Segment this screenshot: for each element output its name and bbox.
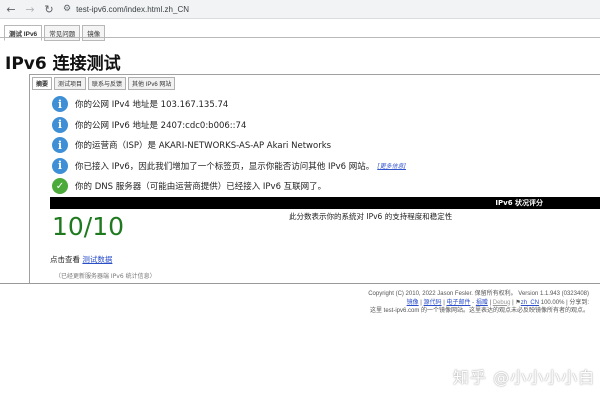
test-data-link[interactable]: 测试数据 — [82, 255, 112, 264]
info-icon: i — [52, 157, 68, 174]
check-icon: ✓ — [52, 178, 68, 195]
footer-trail: 100.00% | 分享到: — [540, 299, 589, 306]
results-panel: 摘要 测试项目 联系与反馈 其他 IPv6 网站 i 你的公网 IPv4 地址是… — [29, 74, 600, 284]
tab-other-sites[interactable]: 其他 IPv6 网站 — [128, 77, 176, 90]
list-item: ✓ 你的 DNS 服务器（可能由运营商提供）已经接入 IPv6 互联网了。 — [52, 176, 592, 197]
dns-text: 你的 DNS 服务器（可能由运营商提供）已经接入 IPv6 互联网了。 — [75, 182, 327, 193]
mirror-note: 这里 test-ipv6.com 的一个镜像网站。这里表达的观点未必反映镜像所有… — [369, 308, 589, 314]
list-item: i 你已接入 IPv6，因此我们增加了一个标签页，显示你能否访问其他 IPv6 … — [52, 156, 592, 177]
score-header: IPv6 状况评分 — [50, 197, 600, 209]
mirrors-link[interactable]: 镜像 — [407, 300, 419, 306]
list-item: i 你的公网 IPv4 地址是 103.167.135.74 — [52, 94, 592, 115]
top-tabs: 测试 IPv6 常见问题 镜像 — [4, 25, 106, 41]
tab-contact[interactable]: 联系与反馈 — [88, 77, 127, 90]
list-item: i 你的运营商（ISP）是 AKARI-NETWORKS-AS-AP Akari… — [52, 135, 592, 156]
info-icon: i — [52, 116, 68, 133]
isp-text: 你的运营商（ISP）是 AKARI-NETWORKS-AS-AP Akari N… — [75, 141, 332, 152]
page-title: IPv6 连接测试 — [5, 54, 121, 74]
browser-toolbar: ← → ↻ ⚙ test-ipv6.com/index.html.zh_CN — [0, 0, 600, 19]
forward-icon[interactable]: → — [22, 1, 38, 17]
ipv6-address-text: 你的公网 IPv6 地址是 2407:cdc0:b006::74 — [75, 120, 247, 131]
url-text[interactable]: test-ipv6.com/index.html.zh_CN — [76, 5, 189, 14]
debug-link[interactable]: Debug — [493, 300, 511, 306]
tab-summary[interactable]: 摘要 — [32, 77, 53, 90]
list-item: i 你的公网 IPv6 地址是 2407:cdc0:b006::74 — [52, 115, 592, 136]
tab-mirrors[interactable]: 镜像 — [82, 25, 106, 41]
source-link[interactable]: 源代码 — [424, 300, 442, 306]
tabs-divider — [0, 37, 600, 38]
watermark: 知乎 @小小小小白 — [453, 368, 596, 387]
ipv6-tab-text: 你已接入 IPv6，因此我们增加了一个标签页，显示你能否访问其他 IPv6 网站… — [75, 161, 375, 172]
results-list: i 你的公网 IPv4 地址是 103.167.135.74 i 你的公网 IP… — [52, 94, 592, 197]
score-description: 此分数表示你的系统对 IPv6 的支持程度和稳定性 — [289, 212, 453, 221]
info-icon: i — [52, 137, 68, 154]
address-bar[interactable]: ⚙ test-ipv6.com/index.html.zh_CN — [63, 2, 189, 17]
locale-link[interactable]: zh_CN — [521, 300, 539, 306]
copyright-text: Copyright (C) 2010, 2022 Jason Fesler. 保… — [368, 291, 589, 297]
reload-icon[interactable]: ↻ — [41, 1, 57, 17]
test-data-line: 点击查看 测试数据 — [50, 254, 112, 265]
site-info-icon[interactable]: ⚙ — [63, 4, 71, 14]
sub-tabs: 摘要 测试项目 联系与反馈 其他 IPv6 网站 — [32, 77, 176, 90]
tab-faq[interactable]: 常见问题 — [44, 25, 81, 41]
tab-test-ipv6[interactable]: 测试 IPv6 — [4, 25, 43, 41]
score-value: 10/10 — [52, 212, 125, 241]
donate-link[interactable]: 捐赠 — [476, 300, 488, 306]
footer-links: 镜像 | 源代码 | 电子邮件 - 捐赠 | Debug | ⚑zh_CN 10… — [406, 299, 589, 306]
footer: Copyright (C) 2010, 2022 Jason Fesler. 保… — [368, 290, 589, 316]
more-info-link[interactable]: [更多信息] — [377, 161, 406, 170]
stats-note: （已经更新服务器端 IPv6 统计信息） — [55, 273, 156, 280]
click-prefix: 点击查看 — [50, 255, 80, 264]
footer-divider — [0, 283, 600, 284]
back-icon[interactable]: ← — [3, 1, 19, 17]
tab-tests-run[interactable]: 测试项目 — [54, 77, 87, 90]
ipv4-address-text: 你的公网 IPv4 地址是 103.167.135.74 — [75, 100, 229, 111]
info-icon: i — [52, 96, 68, 113]
email-link[interactable]: 电子邮件 — [446, 300, 470, 306]
